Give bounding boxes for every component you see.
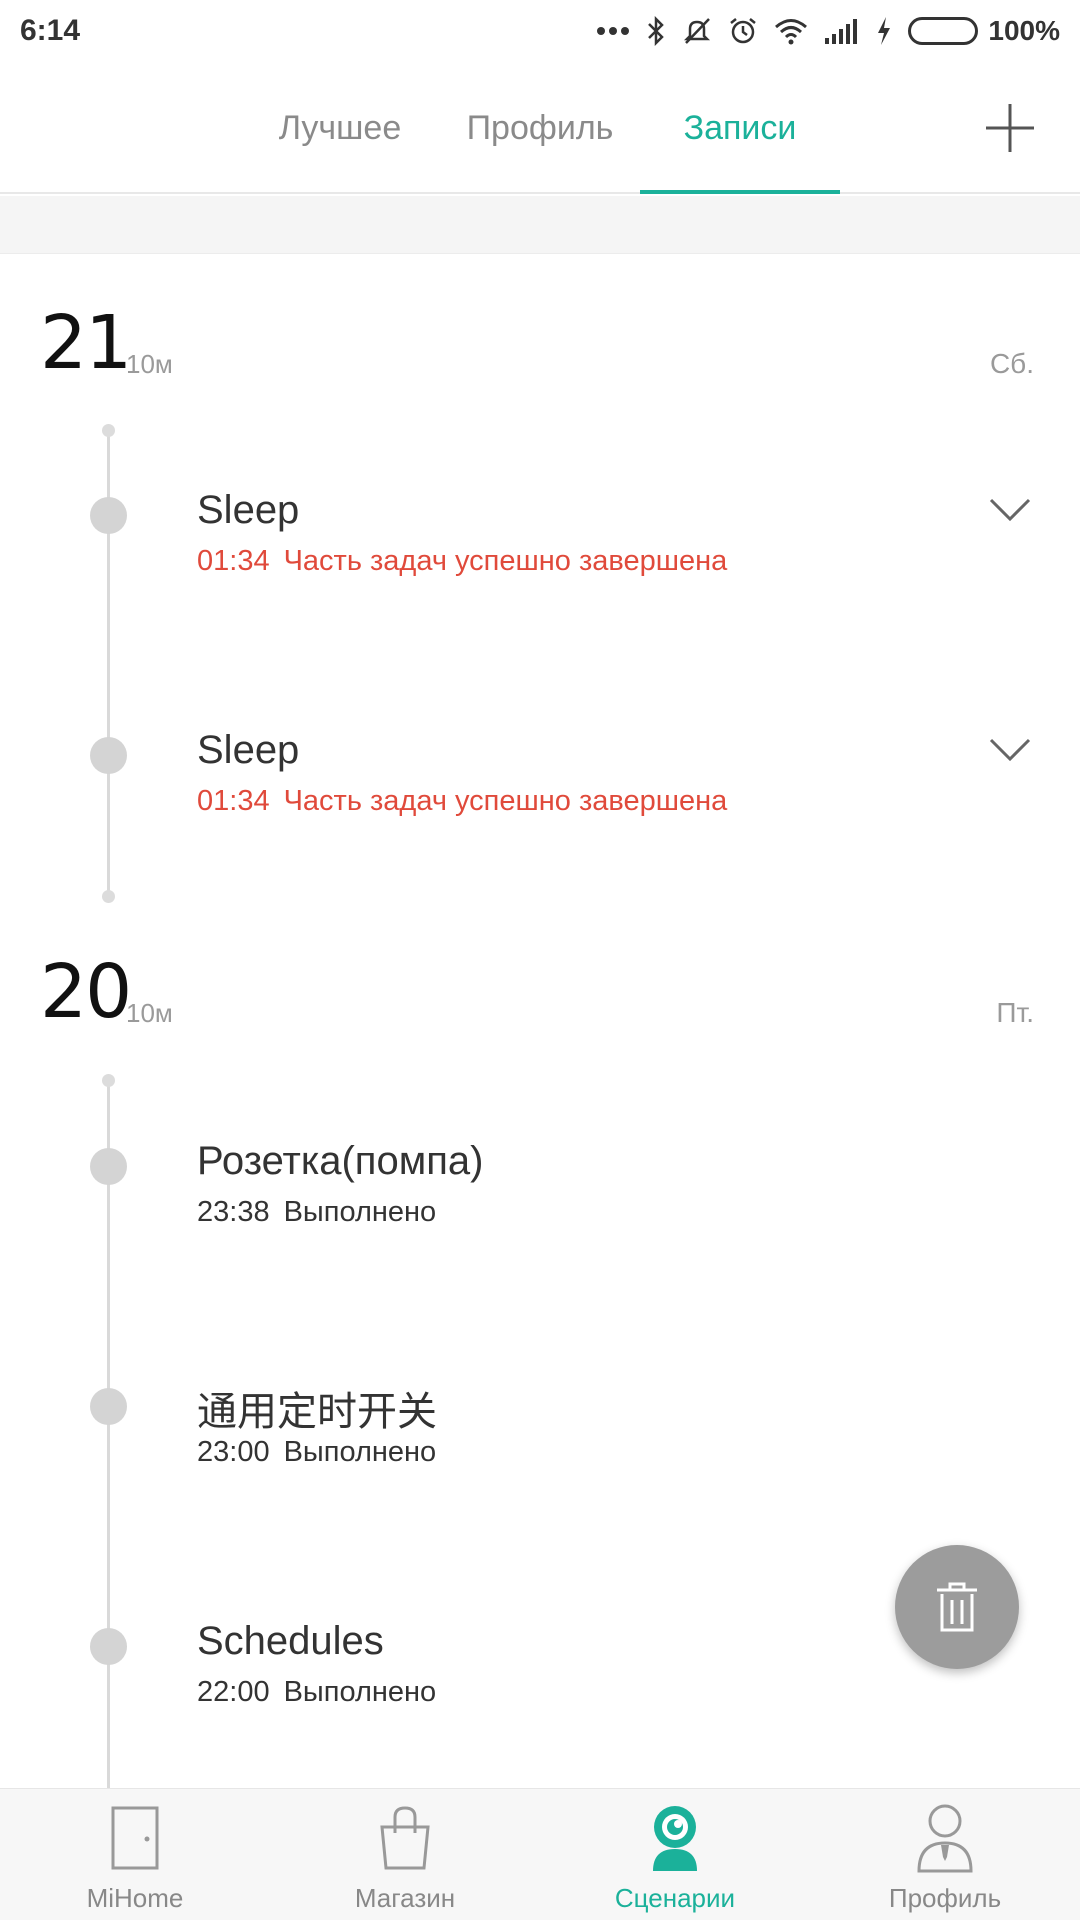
entry-title[interactable]: Schedules <box>197 1619 384 1664</box>
timeline-start-dot <box>102 424 115 437</box>
charging-icon <box>876 16 892 46</box>
nav-label: Профиль <box>888 1883 1002 1913</box>
timeline-dot <box>90 1148 127 1185</box>
nav-item-profile[interactable]: Профиль <box>810 1789 1080 1920</box>
status-icons: 100% <box>596 15 1060 47</box>
plus-icon <box>986 104 1034 152</box>
timeline-dot <box>90 1388 127 1425</box>
entry-time: 01:34 <box>197 785 270 817</box>
wifi-icon <box>774 17 808 45</box>
timeline-line <box>107 1080 110 1788</box>
entry-status-text: Выполнено <box>283 1196 437 1228</box>
divider-band <box>0 196 1080 254</box>
entry-title[interactable]: Sleep <box>197 728 299 773</box>
day-header: 21 10м Сб. <box>40 300 1040 386</box>
more-dots-icon <box>596 25 630 37</box>
status-time: 6:14 <box>20 14 81 47</box>
battery-percent: 100% <box>988 15 1060 46</box>
entry-title[interactable]: 通用定时开关 <box>197 1379 437 1437</box>
nav-item-mihome[interactable]: MiHome <box>0 1789 270 1920</box>
profile-icon <box>910 1803 980 1873</box>
day-weekday: Пт. <box>996 997 1034 1028</box>
timeline-dot <box>90 497 127 534</box>
signal-icon <box>824 18 860 44</box>
top-tabs: Лучшее Профиль Записи <box>0 62 1080 194</box>
active-tab-indicator <box>640 190 840 194</box>
day-month: 10м <box>126 998 173 1028</box>
day-number: 20 <box>40 949 132 1035</box>
entry-time: 23:38 <box>197 1196 270 1228</box>
entry-status-text: Выполнено <box>283 1676 437 1708</box>
entry-status: 23:38 Выполнено <box>197 1196 436 1229</box>
alarm-icon <box>728 16 758 46</box>
bottom-nav: MiHome Магазин Сценарии Профиль <box>0 1788 1080 1920</box>
add-button[interactable] <box>980 98 1040 158</box>
nav-item-scenes[interactable]: Сценарии <box>540 1789 810 1920</box>
mute-icon <box>682 16 712 46</box>
tab-profile[interactable]: Профиль <box>455 62 625 194</box>
battery-icon <box>908 17 979 45</box>
nav-label: Магазин <box>354 1883 456 1913</box>
timeline-start-dot <box>102 1074 115 1087</box>
door-icon <box>100 1803 170 1873</box>
day-month: 10м <box>126 349 173 379</box>
timeline-dot <box>90 1628 127 1665</box>
day-weekday: Сб. <box>989 348 1034 379</box>
entry-status-text: Часть задач успешно завершена <box>283 785 728 817</box>
tab-records[interactable]: Записи <box>640 62 840 194</box>
day-header: 20 10м Пт. <box>40 949 1040 1035</box>
nav-label: Сценарии <box>614 1883 736 1913</box>
bluetooth-icon <box>646 16 666 46</box>
nav-item-shop[interactable]: Магазин <box>270 1789 540 1920</box>
chevron-down-icon[interactable] <box>988 736 1032 764</box>
entry-time: 22:00 <box>197 1676 270 1708</box>
day-number: 21 <box>40 300 132 386</box>
shopping-bag-icon <box>370 1803 440 1873</box>
entry-status: 22:00 Выполнено <box>197 1676 436 1709</box>
timeline-dot <box>90 737 127 774</box>
entry-title[interactable]: Sleep <box>197 488 299 533</box>
entry-title[interactable]: Розетка(помпа) <box>197 1139 483 1184</box>
tab-best[interactable]: Лучшее <box>255 62 425 194</box>
scenes-icon <box>640 1803 710 1873</box>
entry-status: 01:34 Часть задач успешно завершена <box>197 785 727 818</box>
trash-icon <box>937 1582 977 1632</box>
chevron-down-icon[interactable] <box>988 496 1032 524</box>
entry-status: 23:00 Выполнено <box>197 1436 436 1469</box>
nav-label: MiHome <box>86 1883 184 1913</box>
entry-status-text: Часть задач успешно завершена <box>283 545 728 577</box>
entry-status-text: Выполнено <box>283 1436 437 1468</box>
timeline-end-dot <box>102 890 115 903</box>
status-bar: 6:14 100% <box>0 0 1080 62</box>
entry-time: 23:00 <box>197 1436 270 1468</box>
entry-time: 01:34 <box>197 545 270 577</box>
delete-records-button[interactable] <box>895 1545 1019 1669</box>
entry-status: 01:34 Часть задач успешно завершена <box>197 545 727 578</box>
